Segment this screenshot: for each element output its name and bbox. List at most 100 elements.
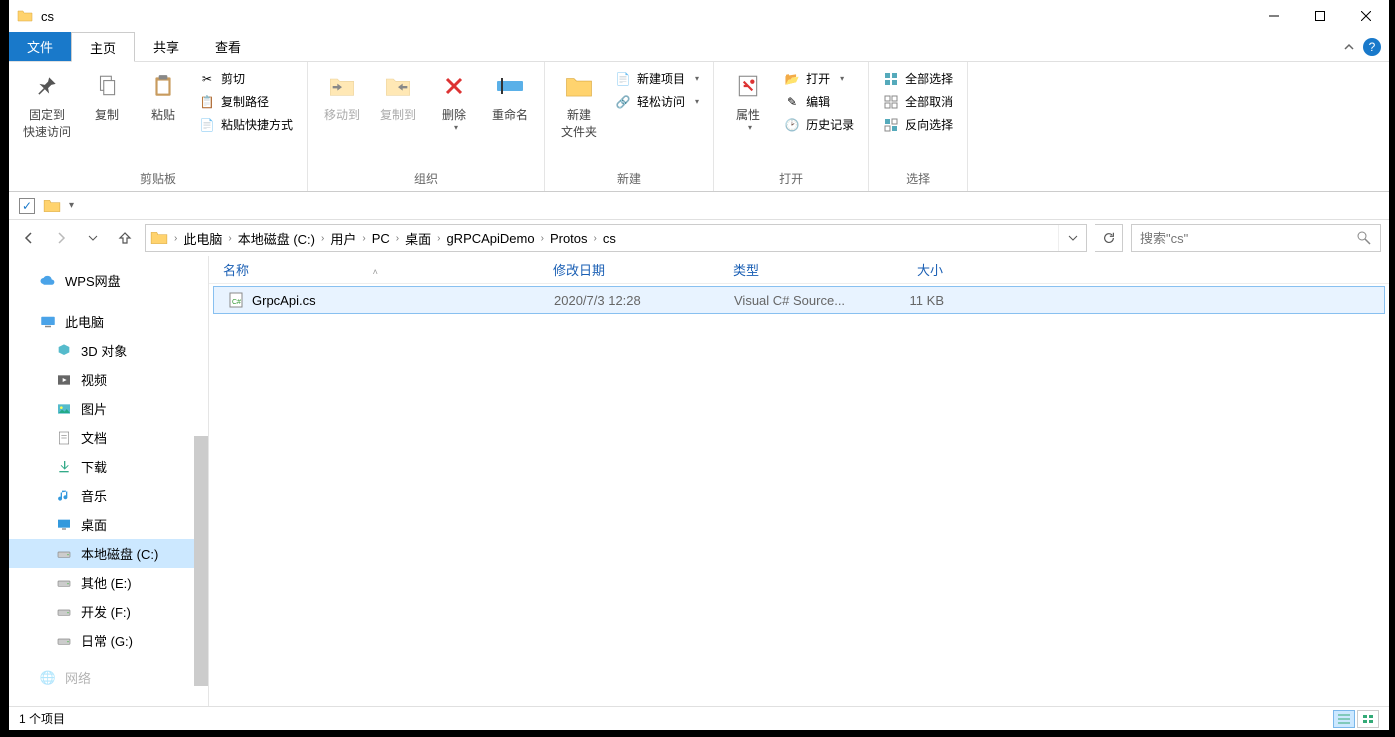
path-icon: 📋 <box>199 94 215 110</box>
folder-icon <box>43 197 61 215</box>
nav-item[interactable]: 图片 <box>9 394 208 423</box>
video-icon <box>55 371 73 389</box>
breadcrumb-item[interactable]: 用户 <box>326 229 360 248</box>
search-input[interactable] <box>1140 231 1356 246</box>
quick-access-toolbar: ✓ ▾ <box>9 192 1389 220</box>
new-item-button[interactable]: 📄新建项目▾ <box>609 68 705 89</box>
breadcrumb-item[interactable]: cs <box>599 231 620 246</box>
tab-home[interactable]: 主页 <box>71 32 135 62</box>
nav-item[interactable]: 3D 对象 <box>9 336 208 365</box>
nav-item[interactable]: 文档 <box>9 423 208 452</box>
forward-button[interactable] <box>49 226 73 250</box>
nav-wps[interactable]: WPS网盘 <box>9 266 208 295</box>
easy-access-button[interactable]: 🔗轻松访问▾ <box>609 91 705 112</box>
search-icon <box>1356 230 1372 246</box>
move-to-button[interactable]: 移动到 <box>316 68 368 125</box>
breadcrumb-item[interactable]: PC <box>368 231 394 246</box>
network-icon: 🌐 <box>39 669 57 687</box>
nav-item[interactable]: 本地磁盘 (C:) <box>9 539 208 568</box>
file-list[interactable]: C#GrpcApi.cs 2020/7/3 12:28 Visual C# So… <box>209 284 1389 706</box>
drive-icon <box>55 574 73 592</box>
item-count: 1 个项目 <box>19 710 65 727</box>
column-size[interactable]: 大小 <box>869 260 959 279</box>
svg-text:C#: C# <box>232 299 241 306</box>
tab-share[interactable]: 共享 <box>135 32 197 61</box>
breadcrumb[interactable]: › 此电脑› 本地磁盘 (C:)› 用户› PC› 桌面› gRPCApiDem… <box>145 224 1087 252</box>
maximize-button[interactable] <box>1297 0 1343 32</box>
paste-button[interactable]: 粘贴 <box>137 68 189 125</box>
column-type[interactable]: 类型 <box>719 260 869 279</box>
properties-button[interactable]: 属性▾ <box>722 68 774 134</box>
recent-dropdown[interactable] <box>81 226 105 250</box>
new-item-icon: 📄 <box>615 71 631 87</box>
folder-icon <box>150 229 168 247</box>
breadcrumb-item[interactable]: 此电脑 <box>179 229 226 248</box>
up-button[interactable] <box>113 226 137 250</box>
breadcrumb-item[interactable]: 桌面 <box>401 229 435 248</box>
csharp-file-icon: C# <box>228 292 244 308</box>
tab-file[interactable]: 文件 <box>9 32 71 61</box>
tab-view[interactable]: 查看 <box>197 32 259 61</box>
details-view-button[interactable] <box>1333 710 1355 728</box>
nav-item[interactable]: 日常 (G:) <box>9 626 208 655</box>
nav-item[interactable]: 其他 (E:) <box>9 568 208 597</box>
close-button[interactable] <box>1343 0 1389 32</box>
cut-button[interactable]: ✂剪切 <box>193 68 299 89</box>
nav-item[interactable]: 开发 (F:) <box>9 597 208 626</box>
column-name[interactable]: 名称 ˄ <box>209 260 539 279</box>
nav-item[interactable]: 桌面 <box>9 510 208 539</box>
breadcrumb-dropdown[interactable] <box>1058 225 1086 251</box>
new-folder-button[interactable]: 新建 文件夹 <box>553 68 605 142</box>
navigation-pane[interactable]: WPS网盘 此电脑 3D 对象视频图片文档下载音乐桌面本地磁盘 (C:)其他 (… <box>9 256 209 706</box>
back-button[interactable] <box>17 226 41 250</box>
qat-dropdown[interactable]: ▾ <box>69 200 74 211</box>
ribbon: 固定到 快速访问 复制 粘贴 ✂剪切 📋复制路径 📄粘贴快捷方式 剪贴板 <box>9 62 1389 192</box>
nav-network[interactable]: 🌐 网络 <box>9 663 208 692</box>
select-none-icon <box>883 94 899 110</box>
nav-this-pc[interactable]: 此电脑 <box>9 307 208 336</box>
copy-path-button[interactable]: 📋复制路径 <box>193 91 299 112</box>
delete-button[interactable]: 删除▾ <box>428 68 480 134</box>
copy-button[interactable]: 复制 <box>81 68 133 125</box>
download-icon <box>55 458 73 476</box>
pin-icon <box>31 70 63 102</box>
select-none-button[interactable]: 全部取消 <box>877 91 959 112</box>
edit-button[interactable]: ✎编辑 <box>778 91 860 112</box>
rename-button[interactable]: 重命名 <box>484 68 536 125</box>
status-bar: 1 个项目 <box>9 706 1389 730</box>
file-row[interactable]: C#GrpcApi.cs 2020/7/3 12:28 Visual C# So… <box>213 286 1385 314</box>
main-area: WPS网盘 此电脑 3D 对象视频图片文档下载音乐桌面本地磁盘 (C:)其他 (… <box>9 256 1389 706</box>
easy-access-icon: 🔗 <box>615 94 631 110</box>
collapse-ribbon-icon[interactable] <box>1343 41 1355 53</box>
invert-selection-button[interactable]: 反向选择 <box>877 114 959 135</box>
paste-icon <box>147 70 179 102</box>
qat-checkbox[interactable]: ✓ <box>19 198 35 214</box>
breadcrumb-item[interactable]: Protos <box>546 231 592 246</box>
pc-icon <box>39 313 57 331</box>
pin-button[interactable]: 固定到 快速访问 <box>17 68 77 142</box>
copy-to-button[interactable]: 复制到 <box>372 68 424 125</box>
scrollbar-thumb[interactable] <box>194 436 208 686</box>
help-icon[interactable]: ? <box>1363 38 1381 56</box>
new-folder-icon <box>563 70 595 102</box>
breadcrumb-item[interactable]: 本地磁盘 (C:) <box>234 229 319 248</box>
icons-view-button[interactable] <box>1357 710 1379 728</box>
minimize-button[interactable] <box>1251 0 1297 32</box>
column-date[interactable]: 修改日期 <box>539 260 719 279</box>
nav-item[interactable]: 下载 <box>9 452 208 481</box>
open-button[interactable]: 📂打开▾ <box>778 68 860 89</box>
ribbon-group-open: 属性▾ 📂打开▾ ✎编辑 🕑历史记录 打开 <box>714 62 869 191</box>
nav-item[interactable]: 视频 <box>9 365 208 394</box>
history-icon: 🕑 <box>784 117 800 133</box>
delete-icon <box>438 70 470 102</box>
search-box[interactable] <box>1131 224 1381 252</box>
breadcrumb-item[interactable]: gRPCApiDemo <box>442 231 538 246</box>
new-label: 新建 <box>553 166 705 191</box>
folder-icon <box>17 8 33 24</box>
paste-shortcut-button[interactable]: 📄粘贴快捷方式 <box>193 114 299 135</box>
nav-item[interactable]: 音乐 <box>9 481 208 510</box>
refresh-button[interactable] <box>1095 224 1123 252</box>
shortcut-icon: 📄 <box>199 117 215 133</box>
select-all-button[interactable]: 全部选择 <box>877 68 959 89</box>
history-button[interactable]: 🕑历史记录 <box>778 114 860 135</box>
